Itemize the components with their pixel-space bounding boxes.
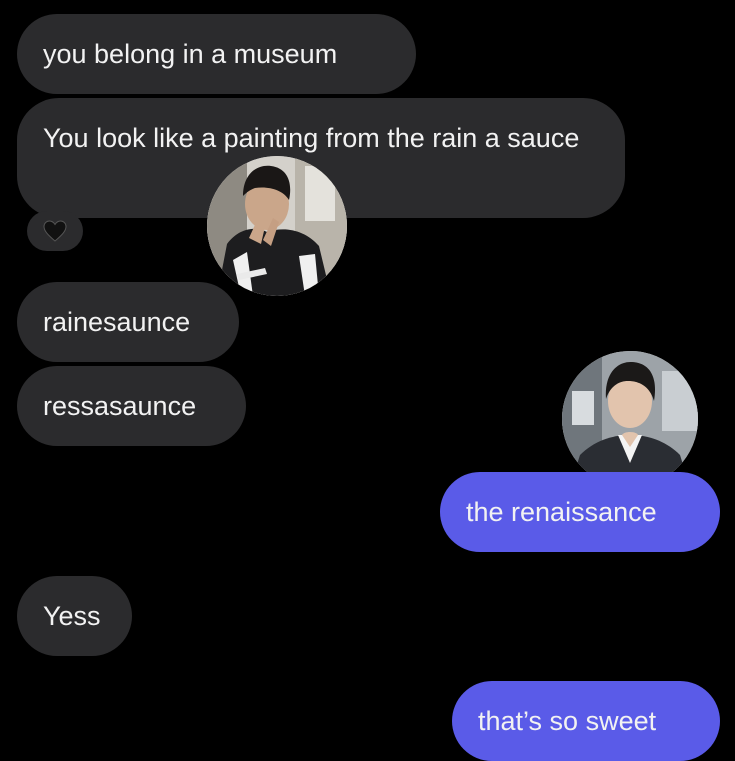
message-text: you belong in a museum — [43, 39, 338, 69]
message-bubble-outgoing[interactable]: that’s so sweet — [452, 681, 720, 761]
message-text: rainesaunce — [43, 307, 191, 337]
message-bubble-incoming[interactable]: Yess — [17, 576, 132, 656]
avatar-photo — [207, 156, 347, 296]
avatar-recipient[interactable] — [562, 351, 698, 487]
message-bubble-incoming[interactable]: rainesaunce — [17, 282, 239, 362]
black-heart-icon — [43, 220, 67, 242]
message-reaction[interactable] — [27, 211, 83, 251]
message-bubble-incoming[interactable]: you belong in a museum — [17, 14, 416, 94]
message-bubble-incoming[interactable]: ressasaunce — [17, 366, 246, 446]
avatar-sender[interactable] — [207, 156, 347, 296]
message-text: ressasaunce — [43, 391, 197, 421]
avatar-photo — [562, 351, 698, 487]
message-bubble-outgoing[interactable]: the renaissance — [440, 472, 720, 552]
message-text: the renaissance — [466, 497, 657, 527]
message-text: Yess — [43, 601, 101, 631]
message-text: that’s so sweet — [478, 706, 657, 736]
message-text: You look like a painting from the rain a… — [43, 123, 580, 153]
